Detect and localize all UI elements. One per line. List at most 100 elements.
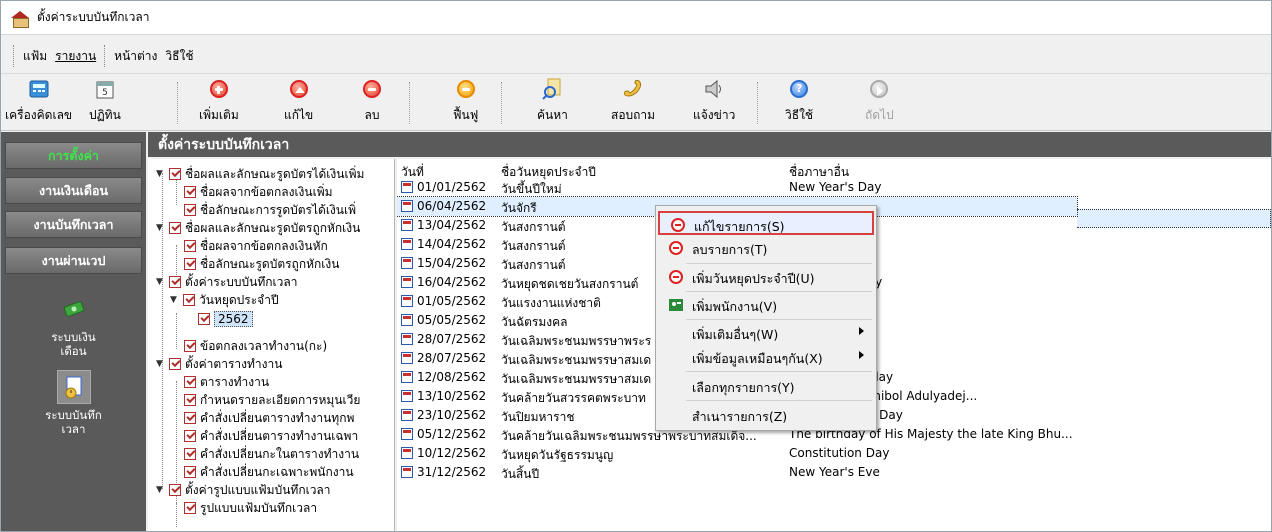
delete-icon [669, 241, 683, 255]
menu-separator [686, 291, 872, 292]
menu-window[interactable]: หน้าต่าง [110, 47, 161, 66]
ctx-select-all-item[interactable]: เลือกทุกรายการ(Y) [658, 374, 874, 398]
selected-row-highlight [1077, 209, 1271, 228]
tree-node[interactable]: ข้อตกลงเวลาทำงาน(กะ) [184, 337, 327, 355]
tree-node[interactable]: คำสั่งเปลี่ยนตารางทำงานทุกพ [184, 409, 354, 427]
tree-node-selected[interactable]: 2562 [198, 310, 253, 328]
tree-node[interactable]: ชื่อผลจากข้อตกลงเงินหัก [184, 237, 328, 255]
ctx-add-employee-item[interactable]: เพิ่มพนักงาน(V) [658, 293, 874, 317]
table-row[interactable]: 10/12/2562 วันหยุดวันรัฐธรรมนูญ Constituti… [397, 444, 1077, 463]
cell-date: 16/04/2562 [417, 275, 487, 289]
toolbar-separator [409, 82, 411, 124]
collapse-icon: ▼ [156, 359, 163, 369]
date-icon [401, 219, 413, 231]
edit-label: แก้ไข [284, 108, 314, 122]
announce-label: แจ้งข่าว [693, 108, 736, 122]
toolbar-separator [501, 82, 503, 124]
tree-node[interactable]: ▼ ตั้งค่ารูปแบบแฟ้มบันทึกเวลา [156, 481, 331, 499]
menu-separator [686, 400, 872, 401]
calendar-label: ปฏิทิน [89, 108, 121, 122]
tree-node[interactable]: ▼ ตั้งค่าตารางทำงาน [156, 355, 282, 373]
ctx-copy-item[interactable]: สำเนารายการ(Z) [658, 403, 874, 427]
tree-node[interactable]: ชื่อลักษณะการรูดบัตรได้เงินเพิ่ [184, 201, 356, 219]
edit-icon [289, 80, 308, 98]
tree-node[interactable]: ▼ ชื่อผลและลักษณะรูดบัตรถูกหักเงิน [156, 219, 360, 237]
tree-node[interactable]: คำสั่งเปลี่ยนตารางทำงานเฉพา [184, 427, 358, 445]
inquire-button[interactable]: สอบถาม [611, 78, 655, 125]
menu-separator [686, 371, 872, 372]
calculator-label: เครื่องคิดเลข [5, 108, 73, 122]
help-button[interactable]: วิธีใช้ [785, 78, 813, 125]
cell-date: 14/04/2562 [417, 237, 487, 251]
tree-node[interactable]: คำสั่งเปลี่ยนกะเฉพาะพนักงาน [184, 463, 354, 481]
table-header: วันที่ ชื่อวันหยุดประจำปี ชื่อภาษาอื่น [397, 159, 1271, 179]
tree-node[interactable]: กำหนดรายละเอียดการหมุนเวีย [184, 391, 360, 409]
tree-node-label: ตารางทำงาน [200, 374, 270, 389]
nav-time-system[interactable]: ระบบบันทึก เวลา [5, 370, 142, 436]
nav-settings[interactable]: การตั้งค่า [5, 142, 142, 169]
nav-time-system-line1: ระบบบันทึก [45, 408, 102, 422]
next-button[interactable]: ถัดไป [865, 78, 894, 125]
menu-bar: แฟ้ม รายงาน หน้าต่าง วิธีใช้ [9, 41, 197, 71]
restore-button[interactable]: ฟื้นฟู [453, 78, 478, 125]
ctx-add-other-item[interactable]: เพิ่มเติมอื่นๆ(W) [658, 321, 874, 345]
settings-tree: ▼ ชื่อผลและลักษณะรูดบัตรได้เงินเพิ่ม ชื่อ… [148, 159, 395, 531]
tree-node-label: ข้อตกลงเวลาทำงาน(กะ) [200, 338, 328, 353]
calculator-icon [28, 78, 50, 100]
tree-node[interactable]: รูปแบบแฟ้มบันทึกเวลา [184, 499, 317, 517]
delete-button[interactable]: ลบ [361, 78, 383, 125]
menu-grip [13, 45, 15, 67]
nav-payroll-system[interactable]: ระบบเงิน เดือน [5, 292, 142, 358]
tree-node[interactable]: ▼ ชื่อผลและลักษณะรูดบัตรได้เงินเพิ่ม [156, 165, 364, 183]
tree-node[interactable]: ▼ ตั้งค่าระบบบันทึกเวลา [156, 273, 297, 291]
calendar-button[interactable]: 5 ปฏิทิน [89, 78, 121, 125]
date-icon [401, 390, 413, 402]
menu-file[interactable]: แฟ้ม [19, 47, 51, 66]
date-icon [401, 181, 413, 193]
checkbox-icon [184, 394, 196, 406]
nav-time-attendance[interactable]: งานบันทึกเวลา [5, 211, 142, 238]
menu-separator [104, 45, 106, 67]
help-icon [790, 80, 809, 98]
table-row[interactable]: 31/12/2562 วันสิ้นปี New Year's Eve [397, 463, 1077, 482]
collapse-icon: ▼ [156, 277, 163, 287]
cell-other-name: New Year's Eve [789, 465, 880, 479]
cell-date: 05/12/2562 [417, 427, 487, 441]
ctx-edit-item[interactable]: แก้ไขรายการ(S) [658, 211, 874, 235]
tree-node[interactable]: คำสั่งเปลี่ยนกะในตารางทำงาน [184, 445, 359, 463]
search-button[interactable]: ค้นหา [537, 78, 568, 125]
tree-node-label: กำหนดรายละเอียดการหมุนเวีย [200, 392, 361, 407]
add-icon [209, 80, 228, 98]
nav-payroll[interactable]: งานเงินเดือน [5, 177, 142, 204]
table-row[interactable]: 01/01/2562 วันขึ้นปีใหม่ New Year's Day [397, 178, 1077, 197]
ctx-delete-item[interactable]: ลบรายการ(T) [658, 236, 874, 260]
ctx-add-same-item[interactable]: เพิ่มข้อมูลเหมือนๆกัน(X) [658, 345, 874, 369]
ctx-edit-label: แก้ไขรายการ(S) [694, 219, 785, 234]
svg-text:5: 5 [102, 88, 108, 98]
employee-icon [668, 297, 684, 313]
checkbox-icon [169, 484, 181, 496]
cell-date: 23/10/2562 [417, 408, 487, 422]
add-button[interactable]: เพิ่มเติม [199, 78, 239, 125]
cell-other-name: New Year's Day [789, 180, 882, 194]
ctx-add-holiday-item[interactable]: เพิ่มวันหยุดประจำปี(U) [658, 265, 874, 289]
calculator-button[interactable]: เครื่องคิดเลข [5, 78, 72, 125]
menu-help[interactable]: วิธีใช้ [161, 47, 197, 66]
speaker-icon [703, 78, 725, 100]
menu-report[interactable]: รายงาน [51, 47, 100, 66]
search-label: ค้นหา [537, 108, 568, 122]
tree-node[interactable]: ชื่อลักษณะรูดบัตรถูกหักเงิน [184, 255, 339, 273]
cell-date: 13/04/2562 [417, 218, 487, 232]
cell-date: 12/08/2562 [417, 370, 487, 384]
tree-node[interactable]: ชื่อผลจากข้อตกลงเงินเพิ่ม [184, 183, 333, 201]
date-icon [401, 409, 413, 421]
cell-date: 13/10/2562 [417, 389, 487, 403]
edit-button[interactable]: แก้ไข [284, 78, 313, 125]
tree-node[interactable]: ตารางทำงาน [184, 373, 269, 391]
nav-web[interactable]: งานผ่านเวป [5, 247, 142, 274]
announce-button[interactable]: แจ้งข่าว [693, 78, 735, 125]
title-bar: ตั้งค่าระบบบันทึกเวลา [1, 1, 1271, 35]
tree-node[interactable]: ▼ วันหยุดประจำปี [170, 291, 279, 309]
checkbox-icon [184, 412, 196, 424]
delete-icon [363, 80, 381, 98]
